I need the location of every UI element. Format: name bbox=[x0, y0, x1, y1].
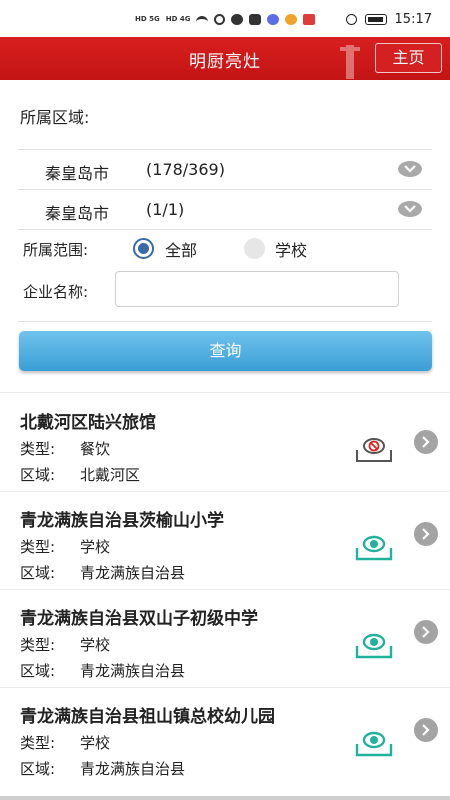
item-area-key: 区域: bbox=[20, 564, 56, 582]
item-type-key: 类型: bbox=[20, 440, 56, 458]
select-city-text: 秦皇岛市 bbox=[45, 204, 110, 223]
item-area: 区域: 北戴河区 bbox=[20, 464, 140, 485]
radio-school[interactable] bbox=[244, 238, 265, 259]
chevron-right-icon[interactable] bbox=[414, 522, 438, 546]
status-right: 15:17 bbox=[345, 12, 432, 27]
item-area-value: 青龙满族自治县 bbox=[80, 662, 186, 680]
divider bbox=[18, 189, 432, 190]
region-select-district[interactable]: 秦皇岛市 (1/1) bbox=[18, 191, 432, 229]
list-item[interactable]: 青龙满族自治县祖山镇总校幼儿园 类型: 学校 区域: 青龙满族自治县 bbox=[0, 688, 450, 784]
item-type-value: 学校 bbox=[80, 734, 111, 752]
wifi-icon bbox=[196, 15, 209, 24]
camera-offline-icon[interactable] bbox=[354, 434, 394, 464]
bottom-edge bbox=[0, 796, 450, 800]
chevron-down-icon bbox=[398, 161, 422, 177]
item-type-key: 类型: bbox=[20, 636, 56, 654]
item-area-value: 北戴河区 bbox=[80, 466, 141, 484]
status-bar: HD 5G HD 4G 15:17 bbox=[0, 0, 450, 37]
company-name-label: 企业名称: bbox=[23, 283, 89, 301]
battery-icon bbox=[364, 14, 387, 25]
list-item[interactable]: 青龙满族自治县茨榆山小学 类型: 学校 区域: 青龙满族自治县 bbox=[0, 492, 450, 588]
hotspot-icon bbox=[214, 14, 226, 25]
radio-school-label[interactable]: 学校 bbox=[275, 237, 307, 261]
app-icon-red bbox=[303, 14, 316, 25]
alarm-icon bbox=[345, 14, 357, 25]
item-area-value: 青龙满族自治县 bbox=[80, 564, 186, 582]
app-icon-weibo bbox=[285, 14, 298, 25]
item-name: 青龙满族自治县双山子初级中学 bbox=[20, 609, 258, 629]
camera-online-icon[interactable] bbox=[354, 532, 394, 562]
item-type: 类型: 餐饮 bbox=[20, 438, 110, 459]
message-icon bbox=[249, 14, 262, 25]
item-area: 区域: 青龙满族自治县 bbox=[20, 562, 185, 583]
item-type-value: 餐饮 bbox=[80, 440, 111, 458]
query-button[interactable]: 查询 bbox=[19, 331, 432, 371]
company-name-input[interactable] bbox=[115, 271, 399, 307]
item-name: 北戴河区陆兴旅馆 bbox=[20, 413, 156, 433]
network-indicator-1: HD 5G bbox=[135, 15, 160, 23]
radio-all[interactable] bbox=[133, 238, 154, 259]
select-city-text: 秦皇岛市 bbox=[45, 164, 110, 183]
network-indicator-2: HD 4G bbox=[165, 15, 191, 23]
status-time: 15:17 bbox=[394, 12, 432, 27]
divider bbox=[18, 149, 432, 150]
item-area-value: 青龙满族自治县 bbox=[80, 760, 186, 778]
region-label: 所属区域: bbox=[20, 108, 90, 127]
list-item[interactable]: 青龙满族自治县双山子初级中学 类型: 学校 区域: 青龙满族自治县 bbox=[0, 590, 450, 686]
scope-label: 所属范围: bbox=[23, 241, 89, 259]
list-item[interactable]: 北戴河区陆兴旅馆 类型: 餐饮 区域: 北戴河区 bbox=[0, 394, 450, 490]
divider bbox=[18, 229, 432, 230]
select-count-text: (1/1) bbox=[146, 200, 185, 219]
home-button[interactable]: 主页 bbox=[375, 43, 442, 73]
item-type-value: 学校 bbox=[80, 538, 111, 556]
chevron-right-icon[interactable] bbox=[414, 430, 438, 454]
item-type: 类型: 学校 bbox=[20, 536, 110, 557]
item-area-key: 区域: bbox=[20, 760, 56, 778]
chevron-down-icon bbox=[398, 201, 422, 217]
item-type: 类型: 学校 bbox=[20, 634, 110, 655]
camera-online-icon[interactable] bbox=[354, 630, 394, 660]
item-area: 区域: 青龙满族自治县 bbox=[20, 660, 185, 681]
radio-all-label[interactable]: 全部 bbox=[165, 237, 197, 261]
status-left: HD 5G HD 4G bbox=[135, 14, 316, 25]
select-count-text: (178/369) bbox=[146, 160, 225, 179]
item-type-value: 学校 bbox=[80, 636, 111, 654]
chevron-right-icon[interactable] bbox=[414, 620, 438, 644]
chevron-right-icon[interactable] bbox=[414, 718, 438, 742]
title-bar: 明厨亮灶 主页 bbox=[0, 37, 450, 80]
divider bbox=[18, 321, 432, 322]
item-area-key: 区域: bbox=[20, 466, 56, 484]
item-type-key: 类型: bbox=[20, 538, 56, 556]
wechat-icon bbox=[231, 14, 244, 25]
item-area-key: 区域: bbox=[20, 662, 56, 680]
item-type: 类型: 学校 bbox=[20, 732, 110, 753]
list-separator bbox=[0, 392, 450, 393]
item-area: 区域: 青龙满族自治县 bbox=[20, 758, 185, 779]
camera-online-icon[interactable] bbox=[354, 728, 394, 758]
item-type-key: 类型: bbox=[20, 734, 56, 752]
item-name: 青龙满族自治县祖山镇总校幼儿园 bbox=[20, 707, 275, 727]
region-select-city[interactable]: 秦皇岛市 (178/369) bbox=[18, 151, 432, 189]
item-name: 青龙满族自治县茨榆山小学 bbox=[20, 511, 224, 531]
app-icon-blue bbox=[267, 14, 280, 25]
